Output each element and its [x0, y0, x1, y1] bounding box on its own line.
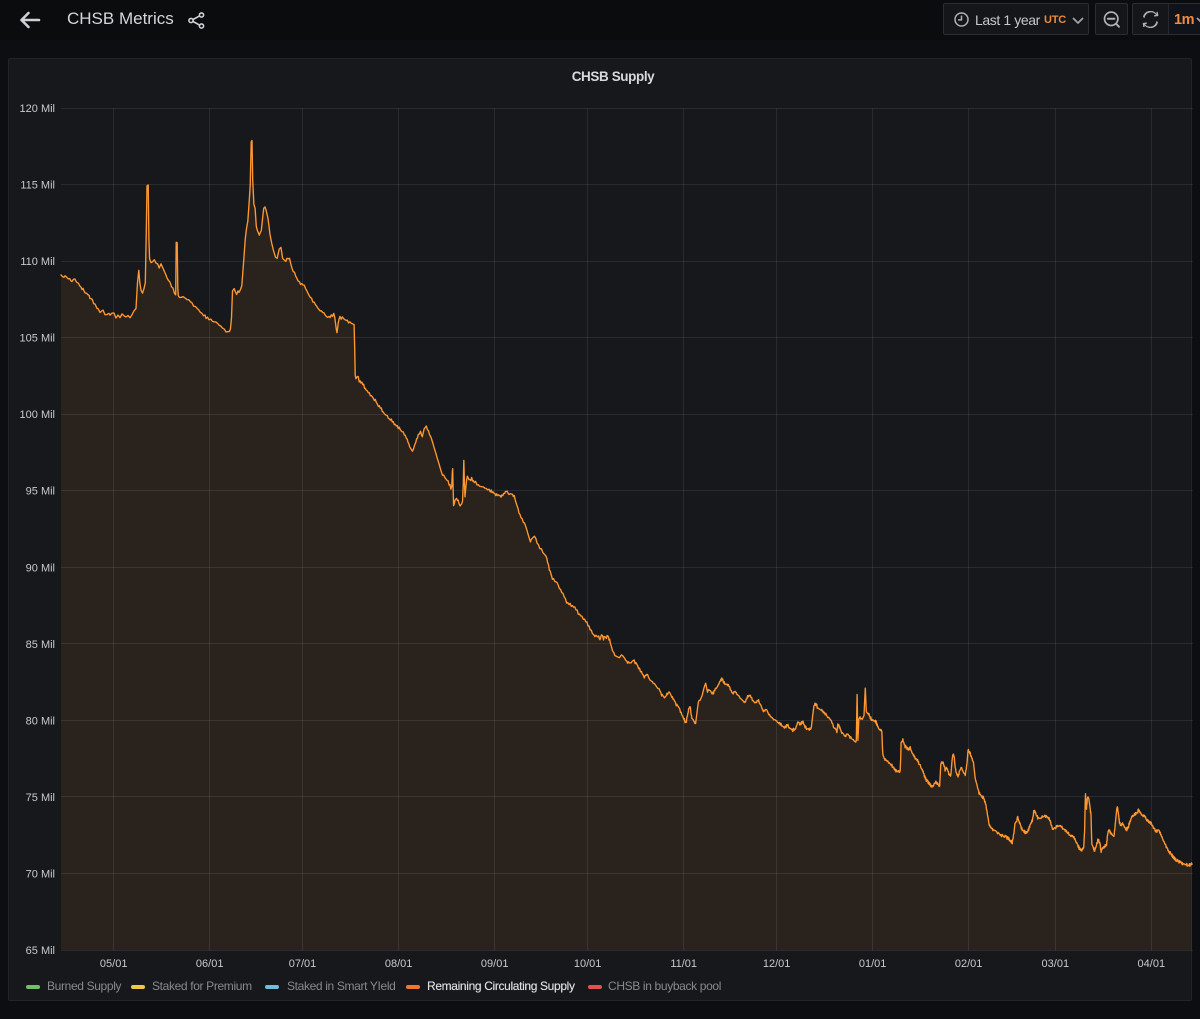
svg-text:01/01: 01/01 — [859, 958, 887, 970]
svg-text:07/01: 07/01 — [289, 958, 317, 970]
svg-text:06/01: 06/01 — [196, 958, 224, 970]
svg-text:65 Mil: 65 Mil — [26, 945, 55, 957]
svg-text:115 Mil: 115 Mil — [20, 180, 55, 192]
svg-text:120 Mil: 120 Mil — [20, 103, 55, 115]
svg-text:11/01: 11/01 — [670, 958, 697, 970]
svg-text:70 Mil: 70 Mil — [26, 868, 55, 880]
svg-text:75 Mil: 75 Mil — [26, 792, 55, 804]
svg-text:100 Mil: 100 Mil — [20, 409, 55, 421]
svg-text:08/01: 08/01 — [385, 958, 413, 970]
svg-text:12/01: 12/01 — [763, 958, 791, 970]
svg-text:05/01: 05/01 — [100, 958, 128, 970]
svg-text:80 Mil: 80 Mil — [26, 715, 55, 727]
svg-text:105 Mil: 105 Mil — [20, 333, 55, 345]
svg-text:04/01: 04/01 — [1138, 958, 1166, 970]
svg-text:95 Mil: 95 Mil — [26, 486, 55, 498]
svg-text:90 Mil: 90 Mil — [26, 562, 55, 574]
svg-text:02/01: 02/01 — [955, 958, 983, 970]
svg-text:85 Mil: 85 Mil — [26, 639, 55, 651]
svg-text:10/01: 10/01 — [574, 958, 602, 970]
svg-text:09/01: 09/01 — [481, 958, 509, 970]
svg-text:110 Mil: 110 Mil — [20, 256, 55, 268]
svg-text:03/01: 03/01 — [1042, 958, 1070, 970]
